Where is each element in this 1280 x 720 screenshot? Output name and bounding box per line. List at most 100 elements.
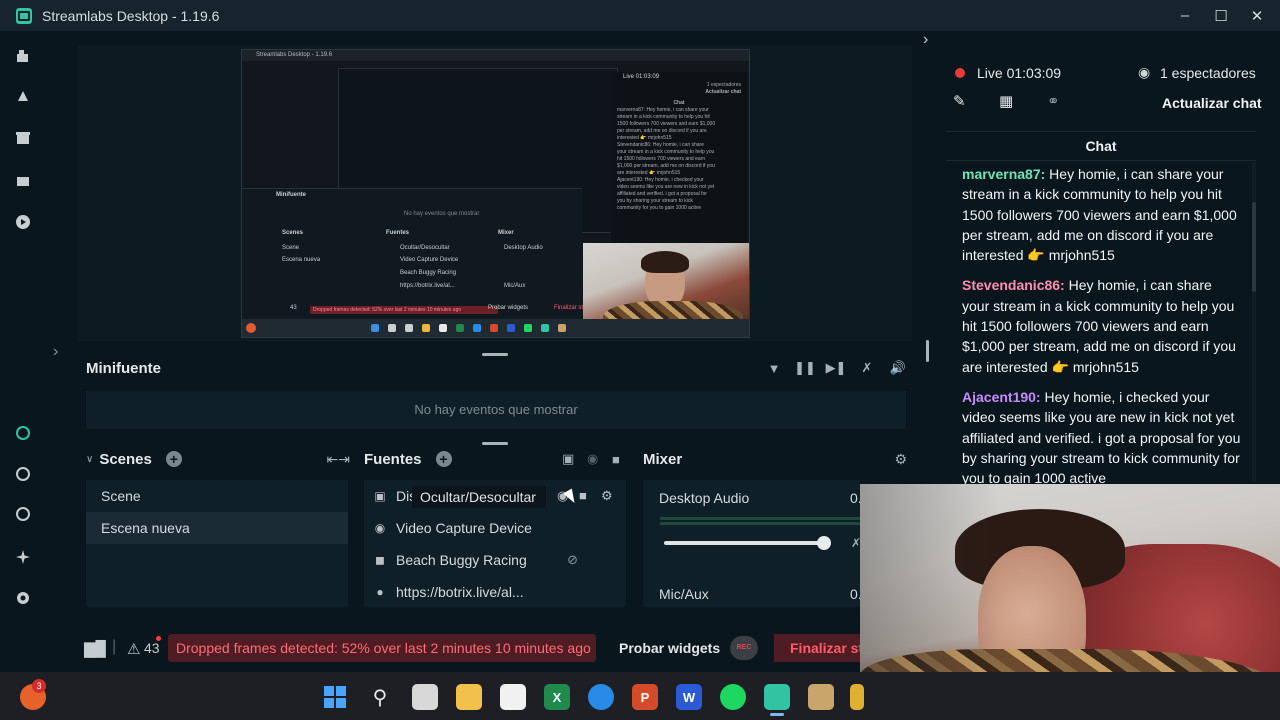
microsoft-store-icon[interactable] [500, 684, 526, 710]
preview-chat-line: affiliated and verified. i got a proposa… [617, 191, 707, 197]
sources-header: Fuentes + ▣ ◉ ■ [364, 449, 628, 469]
add-folder-icon[interactable]: ■ [612, 452, 620, 467]
powerpoint-icon[interactable]: P [632, 684, 658, 710]
resize-handle-vertical[interactable] [926, 340, 929, 362]
title-bar: Streamlabs Desktop - 1.19.6 – ☐ ✕ [0, 0, 1280, 31]
end-stream-button[interactable]: Finalizar st [774, 634, 864, 662]
window-controls: – ☐ ✕ [1164, 0, 1272, 31]
hidden-eye-icon[interactable]: ⊘ [567, 552, 578, 568]
preview-taskbar-icon [405, 324, 413, 332]
delete-trash-icon[interactable]: ■ [579, 488, 587, 503]
preview-taskbar-icon [422, 324, 430, 332]
preview-chat-line: are interested 👉 mrjohn515 [617, 170, 681, 176]
spotify-icon[interactable] [720, 684, 746, 710]
excel-icon[interactable]: X [544, 684, 570, 710]
scenes-title: Scenes [99, 450, 152, 468]
scene-item-escena-nueva[interactable]: Escena nueva [86, 512, 348, 544]
settings-gear-icon[interactable] [15, 590, 31, 606]
maximize-button[interactable]: ☐ [1206, 0, 1236, 31]
resize-handle-preview[interactable] [482, 353, 508, 356]
themes-icon[interactable] [15, 88, 31, 104]
source-preview-icon[interactable]: ▣ [562, 451, 574, 467]
preview-chat-title: Chat [673, 100, 685, 106]
preview-finalize: Finalizar str [554, 305, 586, 311]
editor-icon[interactable] [15, 48, 31, 64]
windows-start-icon[interactable] [322, 684, 348, 710]
refresh-chat-button[interactable]: Actualizar chat [1162, 95, 1262, 111]
volume-icon[interactable]: 🔊 [890, 360, 906, 376]
chat-username[interactable]: marverna87: [962, 166, 1045, 182]
desktop-audio-volume-slider[interactable] [664, 541, 824, 545]
editor-cards-icon[interactable]: ▦ [999, 92, 1013, 110]
streamlabs-logo-icon [16, 7, 32, 24]
source-item-video-capture[interactable]: ◉ Video Capture Device [372, 517, 532, 539]
app-1-icon[interactable] [15, 425, 31, 441]
preview-viewers: 1 espectadores [706, 82, 741, 88]
source-label: Video Capture Device [396, 520, 532, 536]
app-3-icon[interactable] [15, 506, 31, 522]
preview-chat-lines: marverna87: Hey homie, i can share your s… [611, 107, 747, 212]
scene-item-scene[interactable]: Scene [86, 480, 348, 512]
source-group-icon[interactable]: ◉ [587, 451, 598, 467]
preview-chat-line: video seems like you are new in kick not… [617, 184, 715, 190]
minifuente-toolbar: ▼ ❚❚ ▶❚ ✗ 🔊 [751, 360, 907, 376]
preview-mixer-2: Mic/Aux [504, 283, 526, 289]
app-2-icon[interactable] [15, 466, 31, 482]
play-icon[interactable] [15, 214, 31, 230]
preview-scenes-label: Scenes [282, 230, 304, 236]
source-item-beach-buggy[interactable]: ◼ Beach Buggy Racing ⊘ [372, 549, 578, 571]
file-explorer-icon[interactable] [456, 684, 482, 710]
preview-taskbar-icon [388, 324, 396, 332]
test-widgets-button[interactable]: Probar widgets [619, 640, 720, 656]
meter-bar [660, 517, 860, 520]
dropped-frames-warning[interactable]: Dropped frames detected: 52% over last 2… [168, 634, 596, 662]
pause-icon[interactable]: ❚❚ [794, 360, 816, 376]
share-icon[interactable]: ⚭ [1047, 92, 1060, 110]
warning-triangle-icon[interactable]: ⚠ [127, 640, 140, 658]
desktop-audio-volume-knob[interactable] [817, 536, 831, 550]
source-settings-gear-icon[interactable]: ⚙ [601, 488, 613, 504]
preview-taskbar-icon [507, 324, 515, 332]
preview-taskbar-icon [439, 324, 447, 332]
preview-nested-capture: Streamlabs Desktop - 1.19.6 Live 01:03:0… [241, 49, 750, 338]
performance-chart-icon[interactable]: ▇▉ [84, 640, 107, 658]
mixer-title: Mixer [643, 450, 683, 468]
edge-icon[interactable] [588, 684, 614, 710]
expand-left-chevron-icon[interactable]: › [53, 343, 58, 361]
meter-bar [660, 522, 860, 525]
add-source-plus-icon[interactable]: + [435, 451, 452, 467]
mixer-settings-gear-icon[interactable]: ⚙ [894, 451, 907, 468]
source-item-botrix[interactable]: ● https://botrix.live/al... [372, 581, 523, 603]
source-item-display[interactable]: ▣ Dis [372, 485, 416, 507]
edit-pencil-icon[interactable]: ✎ [953, 92, 966, 110]
chat-username[interactable]: Stevendanic86: [962, 277, 1065, 293]
minimize-button[interactable]: – [1170, 0, 1200, 31]
tray-icon[interactable] [850, 684, 864, 710]
chat-username[interactable]: Ajacent190: [962, 389, 1041, 405]
preview-source-3: Beach Buggy Racing [400, 270, 457, 276]
preview-mixer-1: Desktop Audio [504, 245, 543, 251]
skip-icon[interactable]: ▶❚ [826, 360, 847, 376]
task-view-icon[interactable] [412, 684, 438, 710]
game-icon[interactable] [808, 684, 834, 710]
chat-scrollbar[interactable] [1252, 162, 1256, 482]
record-button[interactable]: REC [730, 636, 758, 660]
highlighter-icon[interactable] [15, 173, 31, 189]
sparkle-icon[interactable] [15, 549, 31, 565]
close-button[interactable]: ✕ [1242, 0, 1272, 31]
mute-alerts-icon[interactable]: ✗ [859, 360, 875, 376]
webcam-icon: ◉ [374, 521, 386, 535]
add-scene-plus-icon[interactable]: + [165, 451, 182, 467]
search-icon[interactable]: ⚲ [367, 684, 393, 710]
filter-icon[interactable]: ▼ [766, 360, 782, 376]
resize-handle-docks[interactable] [482, 442, 508, 445]
store-icon[interactable] [15, 130, 31, 146]
mixer-mic-aux-label: Mic/Aux [659, 586, 709, 602]
word-icon[interactable]: W [676, 684, 702, 710]
mixer-header: Mixer ⚙ [643, 449, 907, 469]
collapse-right-chevron-icon[interactable]: › [923, 31, 928, 49]
scrollbar-thumb[interactable] [1252, 202, 1256, 292]
transitions-icon[interactable]: ⇤⇥ [327, 451, 350, 468]
chevron-down-icon[interactable]: ∨ [86, 454, 93, 465]
streamlabs-icon[interactable] [764, 684, 790, 710]
